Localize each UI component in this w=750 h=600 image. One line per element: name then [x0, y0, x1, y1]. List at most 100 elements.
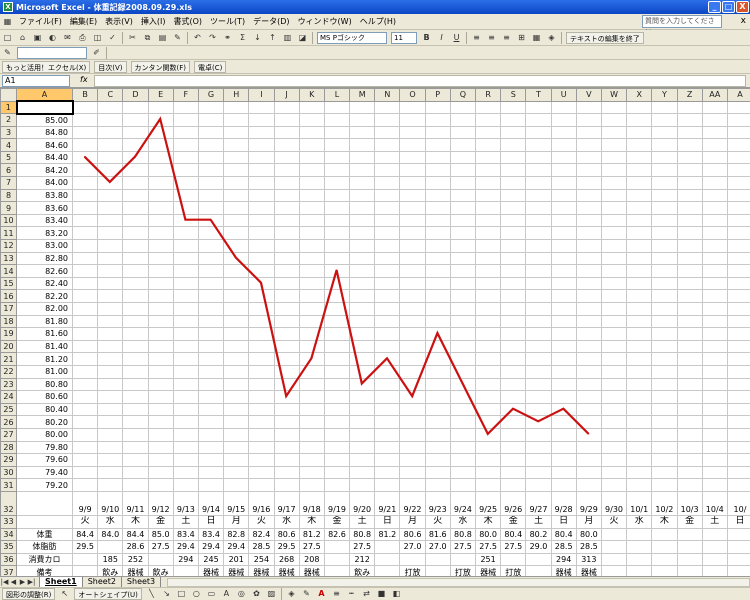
y-axis-label[interactable]: 84.00: [16, 176, 73, 190]
data-cell[interactable]: 268: [273, 552, 300, 567]
cell[interactable]: [197, 138, 225, 152]
cell[interactable]: [374, 150, 401, 165]
cell[interactable]: [172, 352, 199, 366]
cell[interactable]: [676, 465, 703, 480]
cell[interactable]: [223, 213, 250, 228]
cell[interactable]: [349, 364, 376, 379]
cell[interactable]: [575, 465, 602, 480]
y-axis-label[interactable]: 82.20: [16, 289, 73, 303]
cell[interactable]: [651, 427, 678, 442]
cell[interactable]: [122, 150, 149, 165]
autoshape-menu-button[interactable]: オートシェイプ(U): [74, 588, 142, 600]
cell[interactable]: [651, 339, 678, 354]
cell[interactable]: [172, 314, 199, 329]
cell[interactable]: [449, 125, 477, 140]
cell[interactable]: [349, 100, 376, 115]
line-tool-icon[interactable]: ╲: [145, 588, 158, 600]
data-cell[interactable]: 80.0: [474, 527, 502, 542]
cell[interactable]: [71, 377, 99, 392]
cell[interactable]: [449, 327, 477, 341]
row-header[interactable]: 26: [0, 415, 17, 429]
sort-ascending-icon[interactable]: ↓: [251, 32, 264, 44]
cell[interactable]: [424, 188, 451, 203]
data-cell[interactable]: 9/24: [449, 490, 477, 516]
cell[interactable]: [676, 276, 703, 291]
cell[interactable]: [273, 402, 300, 417]
cell[interactable]: [651, 478, 678, 492]
underline-button[interactable]: U: [450, 32, 463, 44]
y-axis-label[interactable]: 80.20: [16, 415, 73, 429]
cell[interactable]: [223, 276, 250, 291]
data-cell[interactable]: 9/15: [223, 490, 250, 516]
cell[interactable]: [349, 138, 376, 152]
cell[interactable]: [349, 390, 376, 404]
cell[interactable]: [424, 113, 451, 127]
column-header[interactable]: F: [172, 88, 199, 102]
cell[interactable]: [374, 377, 401, 392]
cell[interactable]: [500, 264, 527, 278]
contents-link[interactable]: 目次(V): [94, 60, 127, 73]
cell[interactable]: [701, 201, 728, 215]
menu-item[interactable]: 書式(O): [169, 16, 206, 27]
cell[interactable]: [147, 226, 174, 241]
cell[interactable]: [147, 415, 174, 429]
cell[interactable]: [701, 176, 728, 190]
data-cell[interactable]: [147, 552, 174, 567]
row-header[interactable]: 11: [0, 226, 17, 241]
cell[interactable]: [575, 339, 602, 354]
cell[interactable]: [122, 100, 149, 115]
cell[interactable]: [676, 100, 703, 115]
cell[interactable]: [449, 113, 477, 127]
cell[interactable]: [298, 415, 325, 429]
row-header[interactable]: 16: [0, 289, 17, 303]
cell[interactable]: [600, 113, 628, 127]
cell[interactable]: [651, 276, 678, 291]
cell[interactable]: [424, 251, 451, 266]
print-preview-icon[interactable]: ◫: [91, 32, 104, 44]
column-header[interactable]: I: [248, 88, 275, 102]
cell[interactable]: [701, 415, 728, 429]
data-cell[interactable]: 飲み: [97, 565, 124, 576]
data-cell[interactable]: 打放: [449, 565, 477, 576]
cell[interactable]: [147, 427, 174, 442]
cell[interactable]: [122, 390, 149, 404]
cell[interactable]: [147, 465, 174, 480]
cell[interactable]: [197, 125, 225, 140]
cell[interactable]: [374, 239, 401, 253]
cell[interactable]: [399, 150, 426, 165]
cell[interactable]: [424, 302, 451, 316]
oval-tool-icon[interactable]: ○: [190, 588, 203, 600]
cell[interactable]: [147, 478, 174, 492]
cell[interactable]: [500, 163, 527, 178]
cell[interactable]: [575, 226, 602, 241]
cell[interactable]: [600, 289, 628, 303]
cell[interactable]: [399, 226, 426, 241]
cell[interactable]: [223, 100, 250, 115]
data-cell[interactable]: [500, 552, 527, 567]
menu-item[interactable]: 編集(E): [66, 16, 101, 27]
y-axis-label[interactable]: 84.60: [16, 138, 73, 152]
cell[interactable]: [676, 402, 703, 417]
cell[interactable]: [349, 213, 376, 228]
cell[interactable]: [575, 100, 602, 115]
cell[interactable]: [449, 465, 477, 480]
cell[interactable]: [449, 289, 477, 303]
cell[interactable]: [424, 201, 451, 215]
data-cell[interactable]: [424, 552, 451, 567]
cell[interactable]: [374, 364, 401, 379]
data-cell[interactable]: 245: [197, 552, 225, 567]
cell[interactable]: [424, 465, 451, 480]
cell[interactable]: [626, 276, 653, 291]
data-cell[interactable]: 10/: [726, 490, 750, 516]
align-center-icon[interactable]: ≡: [485, 32, 498, 44]
cell[interactable]: [147, 138, 174, 152]
cell[interactable]: [474, 402, 502, 417]
cell[interactable]: [575, 150, 602, 165]
cell[interactable]: [726, 239, 750, 253]
cell[interactable]: [525, 264, 552, 278]
data-cell[interactable]: 金: [323, 514, 351, 529]
data-cell[interactable]: 9/30: [600, 490, 628, 516]
cell[interactable]: [575, 302, 602, 316]
cell[interactable]: [122, 125, 149, 140]
cell[interactable]: [550, 302, 577, 316]
